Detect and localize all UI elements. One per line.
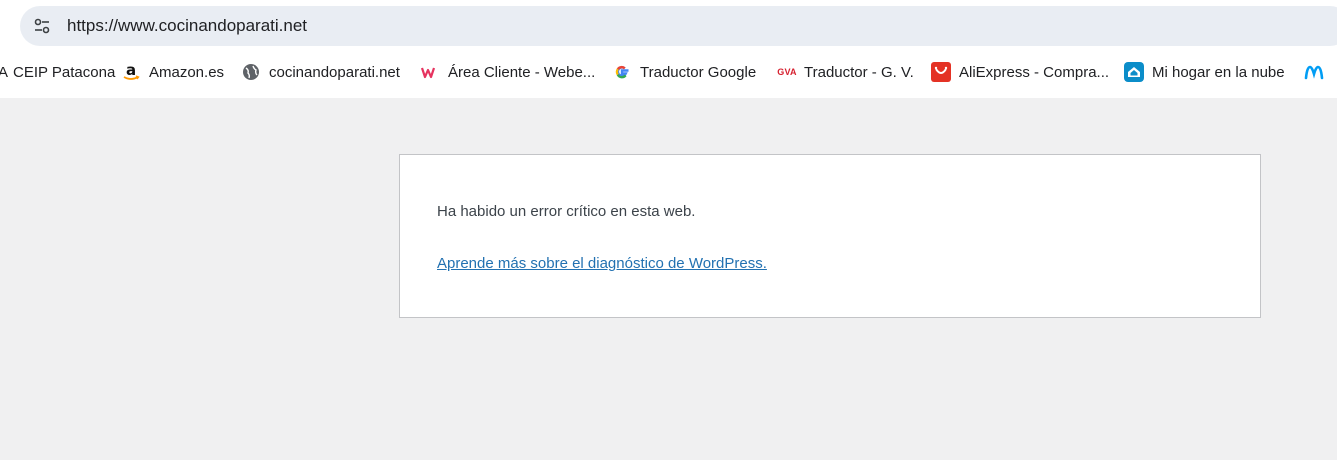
bookmark-label: Traductor Google	[640, 63, 757, 81]
bookmark-label: cocinandoparati.net	[269, 63, 400, 81]
bookmark-icon: A	[0, 63, 9, 81]
browser-chrome: https://www.cocinandoparati.net A CEIP P…	[0, 0, 1337, 98]
bookmark-amazon[interactable]: a Amazon.es	[121, 56, 224, 88]
aliexpress-icon	[931, 62, 951, 82]
bookmark-mi-hogar[interactable]: Mi hogar en la nube	[1124, 56, 1285, 88]
bookmark-label: Traductor - G. V.	[804, 63, 914, 81]
cloud-home-icon	[1124, 62, 1144, 82]
tune-icon	[34, 18, 50, 34]
amazon-icon: a	[121, 62, 141, 82]
url-text[interactable]: https://www.cocinandoparati.net	[67, 6, 307, 46]
bookmark-aliexpress[interactable]: AliExpress - Compra...	[931, 56, 1109, 88]
bookmark-cocinandoparati[interactable]: cocinandoparati.net	[241, 56, 400, 88]
bookmark-traductor-google[interactable]: Traductor Google	[612, 56, 756, 88]
address-bar[interactable]: https://www.cocinandoparati.net	[20, 6, 1337, 46]
bookmark-traductor-gva[interactable]: GVA Traductor - G. V.	[776, 56, 914, 88]
bookmark-ceip-patacona[interactable]: A CEIP Patacona	[0, 56, 115, 88]
webempresa-icon	[420, 62, 440, 82]
globe-icon	[241, 62, 261, 82]
svg-text:a: a	[126, 62, 136, 79]
bookmark-label: Área Cliente - Webe...	[448, 63, 596, 81]
wordpress-debug-link[interactable]: Aprende más sobre el diagnóstico de Word…	[437, 255, 767, 272]
google-icon	[612, 62, 632, 82]
gva-icon: GVA	[777, 67, 797, 77]
bookmark-label: AliExpress - Compra...	[959, 63, 1110, 81]
movistar-icon	[1304, 62, 1324, 82]
bookmark-area-cliente[interactable]: Área Cliente - Webe...	[420, 56, 595, 88]
error-card: Ha habido un error crítico en esta web. …	[399, 154, 1261, 318]
bookmark-label: CEIP Patacona	[13, 63, 116, 81]
bookmark-label: Amazon.es	[149, 63, 225, 81]
bookmark-movistar[interactable]	[1304, 56, 1332, 88]
site-info-button[interactable]	[28, 12, 56, 40]
bookmarks-bar: A CEIP Patacona a Amazon.es cocinandopar…	[0, 56, 1337, 88]
error-message: Ha habido un error crítico en esta web.	[437, 203, 696, 220]
bookmark-label: Mi hogar en la nube	[1152, 63, 1285, 81]
